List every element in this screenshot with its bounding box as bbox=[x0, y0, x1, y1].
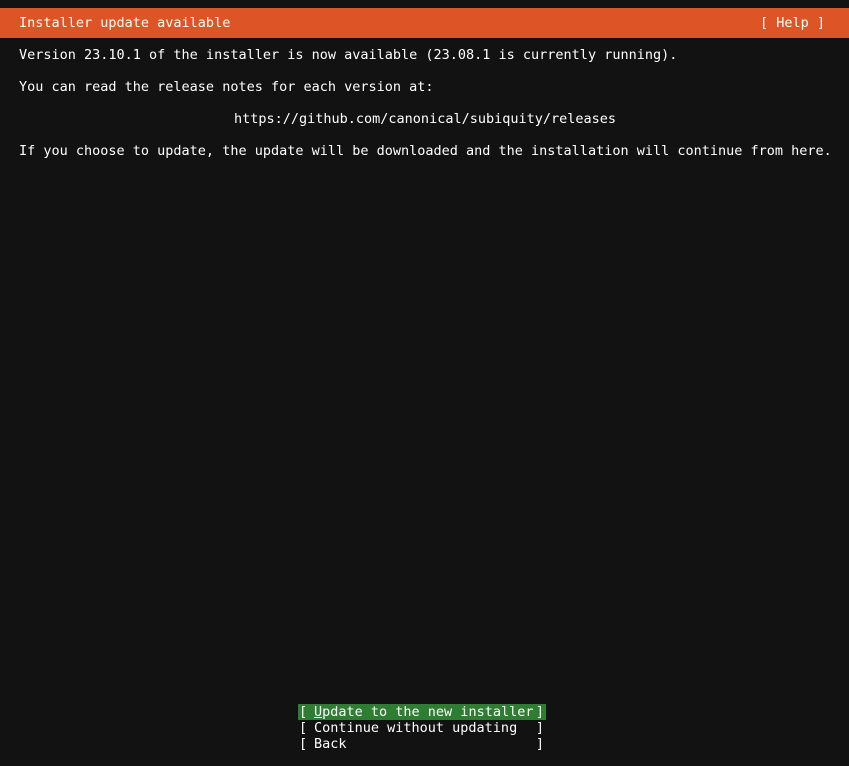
version-message: Version 23.10.1 of the installer is now … bbox=[19, 47, 678, 63]
left-bracket: [ bbox=[299, 704, 308, 720]
left-bracket: [ bbox=[299, 736, 308, 752]
action-buttons: [ Update to the new installer ] [ Contin… bbox=[298, 704, 546, 752]
right-bracket: ] bbox=[535, 720, 544, 736]
release-notes-url: https://github.com/canonical/subiquity/r… bbox=[234, 111, 617, 127]
update-installer-button[interactable]: [ Update to the new installer ] bbox=[298, 704, 546, 720]
accelerator-key: U bbox=[314, 704, 323, 720]
left-bracket: [ bbox=[299, 720, 308, 736]
release-notes-message: You can read the release notes for each … bbox=[19, 79, 434, 95]
back-button[interactable]: [ Back ] bbox=[298, 736, 546, 752]
button-label: Continue without updating bbox=[314, 720, 518, 736]
continue-without-updating-button[interactable]: [ Continue without updating ] bbox=[298, 720, 546, 736]
title-bar: Installer update available [ Help ] bbox=[0, 8, 849, 38]
page-title: Installer update available bbox=[19, 15, 231, 31]
update-explanation: If you choose to update, the update will… bbox=[19, 143, 832, 159]
button-label: Back bbox=[314, 736, 347, 752]
help-button[interactable]: [ Help ] bbox=[760, 15, 825, 31]
right-bracket: ] bbox=[535, 736, 544, 752]
button-label-rest: pdate to the new installer bbox=[322, 704, 534, 720]
button-label: Update to the new installer bbox=[314, 704, 533, 720]
right-bracket: ] bbox=[535, 704, 544, 720]
